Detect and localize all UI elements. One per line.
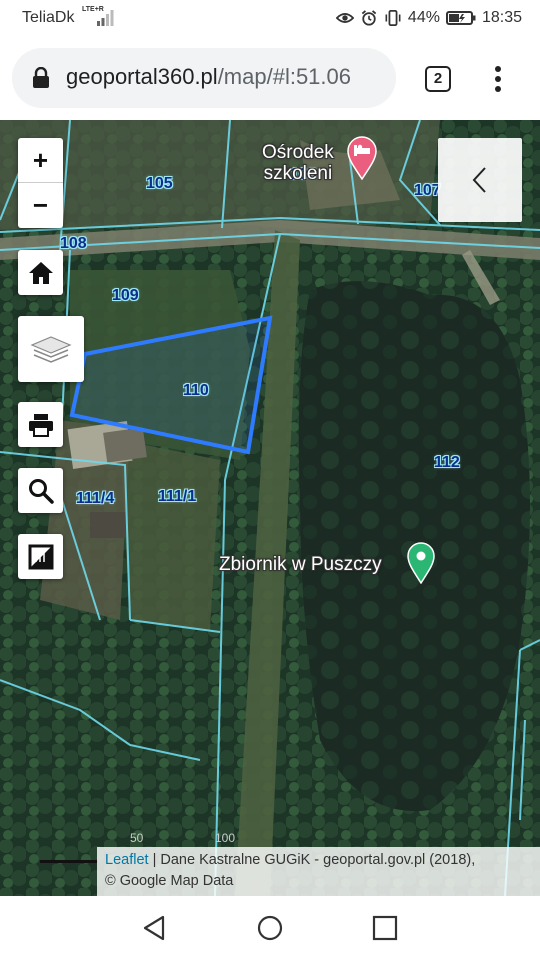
- alarm-icon: [361, 10, 377, 26]
- parcel-label: 107: [414, 182, 441, 199]
- lock-icon[interactable]: [32, 67, 50, 89]
- parcel-label: 111/1: [158, 488, 197, 505]
- parcel-label: 108: [60, 235, 87, 252]
- scale-bar: [40, 860, 98, 863]
- url-host: geoportal360.pl: [66, 64, 218, 89]
- zoom-control: + −: [18, 138, 63, 228]
- status-bar: TeliaDk LTE+R 44% 18:35: [0, 0, 540, 38]
- back-icon[interactable]: [141, 914, 169, 942]
- search-icon: [28, 478, 54, 504]
- recents-icon[interactable]: [371, 914, 399, 942]
- poi-lake-label[interactable]: Zbiornik w Puszczy: [219, 554, 382, 575]
- signal-icon: [97, 10, 114, 26]
- attribution-google: © Google Map Data: [105, 873, 234, 889]
- svg-text:100: 100: [215, 831, 235, 845]
- home-icon: [28, 261, 53, 284]
- measure-button[interactable]: [18, 534, 63, 579]
- zoom-out-button[interactable]: −: [18, 183, 63, 228]
- url-path: /map/#l:51.06: [217, 64, 351, 89]
- layers-button[interactable]: [18, 316, 84, 382]
- parcel-label-selected: 110: [183, 382, 209, 399]
- poi-label-line: szkoleni: [263, 163, 333, 184]
- print-button[interactable]: [18, 402, 63, 447]
- carrier-name: TeliaDk: [22, 9, 75, 26]
- sidebar-toggle-button[interactable]: [438, 138, 522, 222]
- poi-training-center[interactable]: Ośrodek szkoleni: [262, 142, 334, 184]
- search-button[interactable]: [18, 468, 63, 513]
- satellite-map[interactable]: 50 100 105 106 107 108 109 110 111/4 111…: [0, 120, 540, 896]
- parcel-label: 111/4: [76, 490, 115, 507]
- home-button[interactable]: [18, 250, 63, 295]
- system-nav-bar: [0, 896, 540, 960]
- more-menu-button[interactable]: [486, 64, 510, 94]
- attribution-text: | Dane Kastralne GUGiK - geoportal.gov.p…: [148, 852, 476, 868]
- clock-time: 18:35: [481, 9, 522, 26]
- leaflet-link[interactable]: Leaflet: [105, 852, 149, 868]
- poi-label-line: Ośrodek: [262, 142, 334, 163]
- vibrate-icon: [385, 10, 401, 26]
- address-bar[interactable]: geoportal360.pl/map/#l:51.06: [12, 48, 396, 108]
- url-text[interactable]: geoportal360.pl/map/#l:51.06: [66, 64, 351, 90]
- zoom-in-button[interactable]: +: [18, 138, 63, 183]
- printer-icon: [28, 413, 53, 437]
- tab-switcher-button[interactable]: 2: [425, 66, 451, 92]
- ruler-icon: [28, 544, 53, 569]
- parcel-label: 109: [112, 287, 139, 304]
- battery-percent: 44%: [407, 9, 440, 26]
- parcel-label: 105: [146, 175, 173, 192]
- chevron-left-icon: [472, 167, 486, 193]
- park-pin-icon[interactable]: [406, 542, 436, 584]
- layers-icon: [30, 336, 72, 363]
- browser-toolbar: geoportal360.pl/map/#l:51.06 2: [0, 38, 540, 120]
- home-circle-icon[interactable]: [256, 914, 284, 942]
- map-attribution: Leaflet | Dane Kastralne GUGiK - geoport…: [97, 847, 540, 896]
- svg-text:50: 50: [130, 831, 144, 845]
- battery-icon: [445, 11, 476, 25]
- eye-icon: [335, 13, 354, 23]
- parcel-label: 112: [434, 454, 460, 471]
- hotel-pin-icon[interactable]: [346, 136, 378, 180]
